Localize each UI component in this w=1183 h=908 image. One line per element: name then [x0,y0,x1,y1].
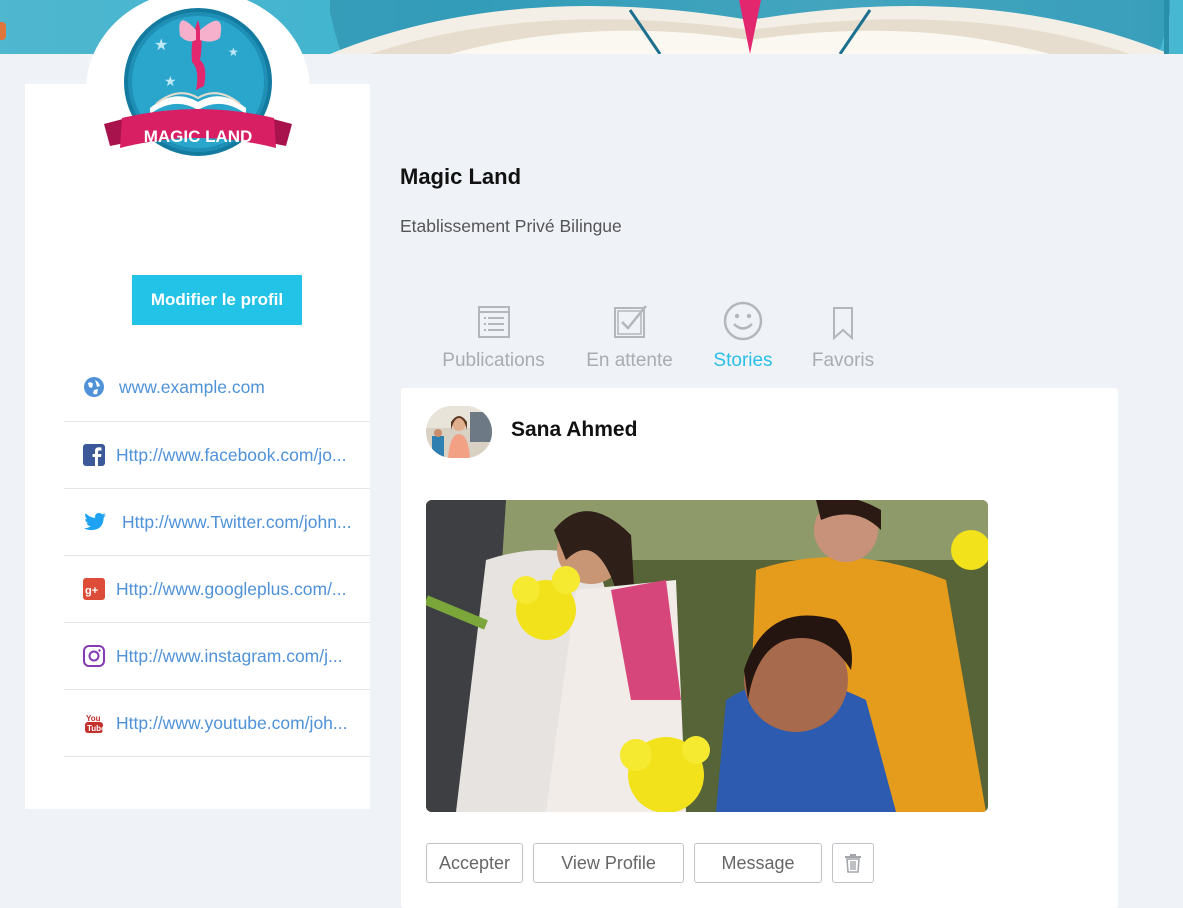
social-links-list: www.example.com Http://www.facebook.com/… [64,354,370,757]
logo-text: MAGIC LAND [144,127,253,146]
accept-button[interactable]: Accepter [426,843,524,883]
svg-text:★: ★ [164,73,177,89]
avatar[interactable] [426,406,492,458]
tab-publications-label: Publications [442,350,545,371]
cover-book-illustration [330,0,1170,54]
link-googleplus-text[interactable]: Http://www.googleplus.com/... [116,579,352,600]
tab-favoris[interactable]: Favoris [810,300,876,372]
profile-tagline: Etablissement Privé Bilingue [400,216,622,236]
delete-button[interactable] [832,843,875,883]
story-card: Sana Ahmed Accepter View Profile Message [401,388,1118,908]
trash-icon [845,854,862,873]
tab-favoris-label: Favoris [811,350,875,371]
profile-name: Magic Land [400,164,522,189]
tab-en-attente[interactable]: En attente [584,300,675,372]
view-profile-button[interactable]: View Profile [533,843,685,883]
checkbox-icon [613,305,647,338]
facebook-icon [83,444,105,466]
magic-land-logo[interactable]: ★ ★ ★ MAGIC LAND [100,0,296,172]
svg-text:g+: g+ [85,585,98,597]
tab-stories[interactable]: Stories [712,300,774,372]
message-button[interactable]: Message [694,843,823,883]
svg-text:★: ★ [228,45,239,59]
story-photo[interactable] [426,500,988,812]
tab-stories-label: Stories [713,350,773,371]
svg-text:Tube: Tube [87,724,106,733]
link-youtube-text[interactable]: Http://www.youtube.com/joh... [116,713,352,734]
edit-profile-button[interactable]: Modifier le profil [132,275,302,325]
link-facebook-text[interactable]: Http://www.facebook.com/jo... [116,445,352,466]
cover-decoration [0,22,6,40]
twitter-icon [84,513,106,531]
link-instagram-text[interactable]: Http://www.instagram.com/j... [116,646,352,667]
globe-icon [84,377,104,397]
link-item-facebook[interactable]: Http://www.facebook.com/jo... [64,422,370,489]
post-author-name[interactable]: Sana Ahmed [511,418,637,442]
instagram-icon [83,645,105,667]
tab-en-attente-label: En attente [586,350,673,371]
youtube-icon: You Tube [85,714,106,733]
tab-publications[interactable]: Publications [440,300,547,372]
bookmark-icon [833,307,853,341]
link-item-website[interactable]: www.example.com [64,354,370,422]
link-item-googleplus[interactable]: g+ Http://www.googleplus.com/... [64,556,370,623]
link-item-instagram[interactable]: Http://www.instagram.com/j... [64,623,370,690]
svg-text:You: You [86,714,101,723]
link-item-youtube[interactable]: You Tube Http://www.youtube.com/joh... [64,690,370,757]
profile-sidebar: Modifier le profil www.example.com Http:… [25,84,370,809]
link-item-twitter[interactable]: Http://www.Twitter.com/john... [64,489,370,556]
link-twitter-text[interactable]: Http://www.Twitter.com/john... [122,512,352,533]
story-actions: Accepter View Profile Message [426,843,875,883]
smiley-icon [723,301,763,341]
link-website-text[interactable]: www.example.com [119,377,352,398]
googleplus-icon: g+ [83,578,105,600]
svg-text:★: ★ [154,37,168,54]
list-icon [477,306,510,338]
cover-decoration [1164,0,1169,54]
